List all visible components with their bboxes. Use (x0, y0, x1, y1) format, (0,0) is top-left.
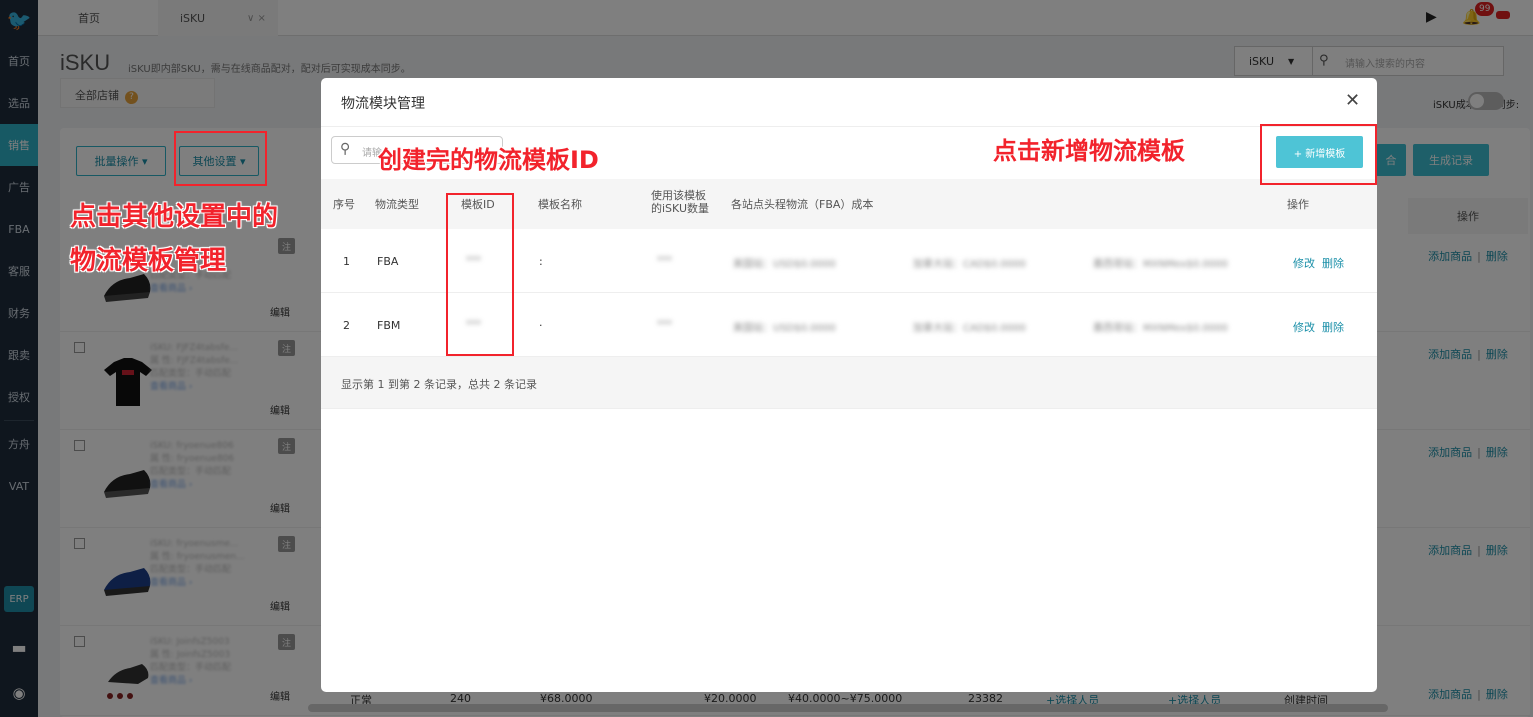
row-mx-cost: 墨西哥站：MXNMex$0.0000 (1093, 259, 1228, 270)
row-index: 1 (343, 255, 350, 268)
modal-divider (321, 126, 1377, 127)
highlight-other-settings (174, 131, 267, 186)
row-isku-count: *** (657, 255, 672, 266)
annotation-template-id: 创建完的物流模板ID (378, 146, 599, 174)
row-type: FBA (377, 255, 399, 268)
search-icon: ⚲ (340, 141, 351, 157)
row-us-cost: 美国站：USD$0.0000 (733, 259, 836, 270)
row-template-name: : (539, 255, 543, 268)
edit-link[interactable]: 修改 (1293, 319, 1315, 335)
highlight-add-template (1260, 124, 1377, 185)
row-type: FBM (377, 319, 401, 332)
row-ca-cost: 加拿大站：CAD$0.0000 (913, 259, 1026, 270)
record-count-text: 显示第 1 到第 2 条记录，总共 2 条记录 (341, 378, 537, 391)
col-isku-count: 使用该模板的iSKU数量 (651, 189, 710, 215)
col-index: 序号 (333, 198, 355, 211)
col-template-name: 模板名称 (538, 198, 582, 211)
delete-link[interactable]: 删除 (1322, 319, 1344, 335)
row-ca-cost: 加拿大站：CAD$0.0000 (913, 323, 1026, 334)
annotation-other-settings: 点击其他设置中的 (70, 202, 279, 232)
col-actions: 操作 (1287, 198, 1309, 211)
annotation-add-template: 点击新增物流模板 (993, 137, 1185, 165)
row-us-cost: 美国站：USD$0.0000 (733, 323, 836, 334)
annotation-logistics-manage: 物流模板管理 (70, 246, 227, 276)
delete-link[interactable]: 删除 (1322, 255, 1344, 271)
col-type: 物流类型 (375, 198, 419, 211)
row-mx-cost: 墨西哥站：MXNMex$0.0000 (1093, 323, 1228, 334)
row-isku-count: *** (657, 319, 672, 330)
row-index: 2 (343, 319, 350, 332)
col-fba-cost: 各站点头程物流（FBA）成本 (731, 198, 874, 211)
modal-title: 物流模块管理 (341, 96, 425, 112)
modal-pagination-info: 显示第 1 到第 2 条记录，总共 2 条记录 (321, 357, 1377, 409)
row-template-name: · (539, 319, 543, 332)
close-icon[interactable]: ✕ (1345, 90, 1360, 111)
edit-link[interactable]: 修改 (1293, 255, 1315, 271)
highlight-template-id (446, 193, 514, 356)
